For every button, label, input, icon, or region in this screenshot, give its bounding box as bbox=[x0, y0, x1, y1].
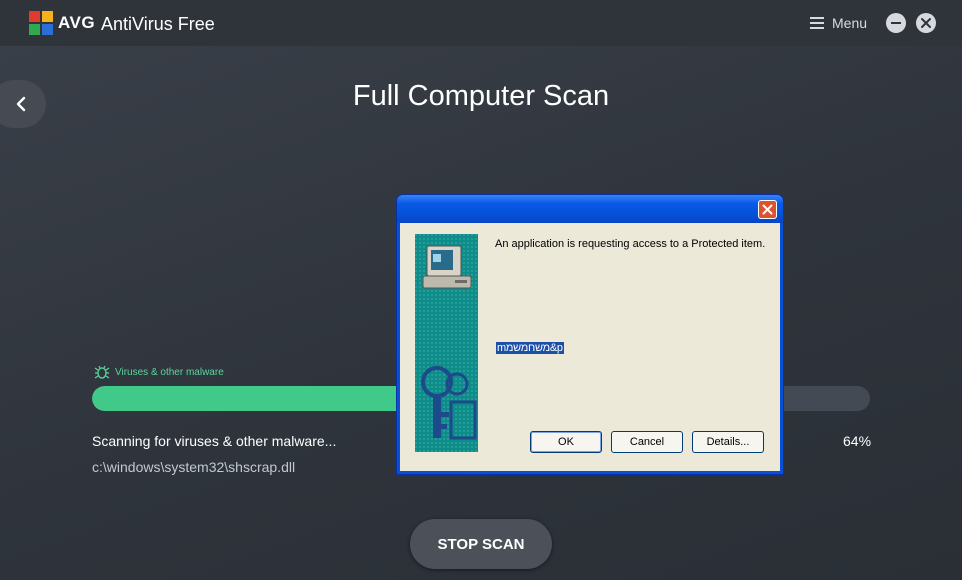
ok-button[interactable]: OK bbox=[530, 431, 602, 453]
bug-icon bbox=[94, 365, 110, 379]
scan-current-file: c:\windows\system32\shscrap.dll bbox=[92, 459, 296, 475]
app-brand: AVG bbox=[58, 13, 96, 32]
scan-percent: 64% bbox=[843, 433, 872, 449]
minimize-button[interactable] bbox=[886, 13, 906, 33]
menu-button[interactable]: Menu bbox=[810, 13, 867, 33]
dialog-body: An application is requesting access to a… bbox=[400, 223, 780, 471]
close-button[interactable] bbox=[916, 13, 936, 33]
page-title: Full Computer Scan bbox=[352, 80, 610, 112]
protected-item-name: mמשחמשמ&p bbox=[496, 342, 564, 354]
menu-label: Menu bbox=[832, 15, 868, 31]
avg-logo-icon bbox=[29, 11, 53, 35]
scan-status-text: Scanning for viruses & other malware... bbox=[92, 433, 337, 449]
app-product-name: AntiVirus Free bbox=[101, 14, 215, 34]
computer-key-icon bbox=[415, 234, 478, 452]
cancel-button[interactable]: Cancel bbox=[611, 431, 683, 453]
dialog-titlebar[interactable] bbox=[397, 195, 783, 223]
dialog-message: An application is requesting access to a… bbox=[495, 238, 766, 250]
dialog-side-graphic bbox=[415, 234, 478, 452]
close-icon bbox=[921, 18, 931, 28]
close-icon bbox=[762, 204, 773, 215]
dialog-close-button[interactable] bbox=[758, 200, 777, 219]
protected-item-dialog: An application is requesting access to a… bbox=[397, 195, 783, 474]
scan-category: Viruses & other malware bbox=[94, 365, 224, 379]
hamburger-icon bbox=[810, 17, 824, 29]
stop-scan-button[interactable]: STOP SCAN bbox=[410, 519, 552, 569]
details-button[interactable]: Details... bbox=[692, 431, 764, 453]
app-titlebar: AVG AntiVirus Free Menu bbox=[0, 0, 962, 46]
scan-category-label: Viruses & other malware bbox=[115, 366, 224, 378]
